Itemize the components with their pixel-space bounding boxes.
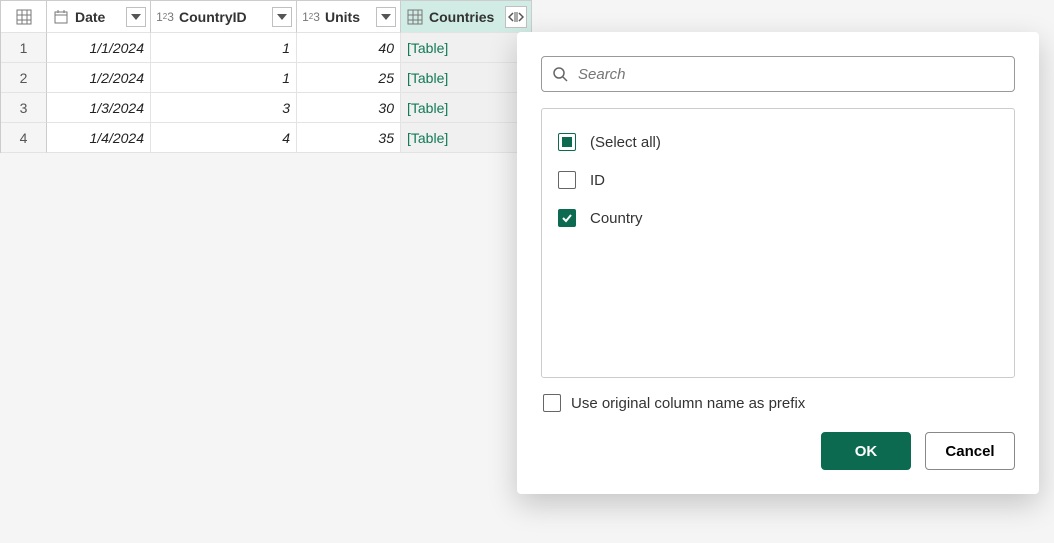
expand-columns-popup: (Select all) ID Country Use original col… — [517, 32, 1039, 494]
cell-countryid[interactable]: 4 — [151, 123, 297, 153]
column-select-list: (Select all) ID Country — [541, 108, 1015, 378]
column-name: Date — [73, 9, 126, 25]
number-type-icon: 123 — [301, 7, 321, 27]
chevron-down-icon — [277, 14, 287, 20]
cell-countries[interactable]: [Table] — [401, 123, 532, 153]
check-row-select-all[interactable]: (Select all) — [558, 123, 998, 161]
column-filter-dropdown[interactable] — [376, 7, 396, 27]
row-number: 4 — [1, 123, 47, 153]
column-header-date[interactable]: Date — [47, 1, 151, 33]
column-header-row: Date 123 CountryID 123 Units — [1, 1, 532, 33]
column-name: Countries — [427, 9, 505, 25]
table-row[interactable]: 2 1/2/2024 1 25 [Table] — [1, 63, 532, 93]
number-type-icon: 123 — [155, 7, 175, 27]
search-input[interactable] — [576, 65, 1004, 84]
checkbox-unchecked[interactable] — [543, 394, 561, 412]
table-icon — [14, 7, 34, 27]
checkbox-checked[interactable] — [558, 209, 576, 227]
column-name: CountryID — [177, 9, 272, 25]
calendar-icon — [51, 7, 71, 27]
checkbox-unchecked[interactable] — [558, 171, 576, 189]
check-row-country[interactable]: Country — [558, 199, 998, 237]
column-filter-dropdown[interactable] — [126, 7, 146, 27]
checkbox-label: (Select all) — [590, 134, 661, 151]
cell-date[interactable]: 1/4/2024 — [47, 123, 151, 153]
ok-button[interactable]: OK — [821, 432, 911, 470]
row-number: 1 — [1, 33, 47, 63]
cell-countryid[interactable]: 3 — [151, 93, 297, 123]
table-icon — [405, 7, 425, 27]
search-box[interactable] — [541, 56, 1015, 92]
table-row[interactable]: 3 1/3/2024 3 30 [Table] — [1, 93, 532, 123]
cell-countries[interactable]: [Table] — [401, 63, 532, 93]
column-header-countryid[interactable]: 123 CountryID — [151, 1, 297, 33]
prefix-option-row[interactable]: Use original column name as prefix — [541, 394, 1015, 412]
cell-date[interactable]: 1/2/2024 — [47, 63, 151, 93]
column-header-countries[interactable]: Countries — [401, 1, 532, 33]
prefix-label: Use original column name as prefix — [571, 395, 805, 412]
column-name: Units — [323, 9, 376, 25]
cell-countries[interactable]: [Table] — [401, 33, 532, 63]
column-filter-dropdown[interactable] — [272, 7, 292, 27]
expand-column-button[interactable] — [505, 6, 527, 28]
column-header-units[interactable]: 123 Units — [297, 1, 401, 33]
cell-date[interactable]: 1/1/2024 — [47, 33, 151, 63]
expand-icon — [508, 11, 524, 23]
row-number: 3 — [1, 93, 47, 123]
chevron-down-icon — [131, 14, 141, 20]
dialog-button-row: OK Cancel — [541, 432, 1015, 470]
table-body: 1 1/1/2024 1 40 [Table] 2 1/2/2024 1 25 … — [1, 33, 532, 153]
cell-countries[interactable]: [Table] — [401, 93, 532, 123]
cell-units[interactable]: 40 — [297, 33, 401, 63]
check-row-id[interactable]: ID — [558, 161, 998, 199]
cell-units[interactable]: 35 — [297, 123, 401, 153]
checkbox-label: Country — [590, 210, 643, 227]
row-number: 2 — [1, 63, 47, 93]
chevron-down-icon — [381, 14, 391, 20]
checkbox-label: ID — [590, 172, 605, 189]
table-row[interactable]: 4 1/4/2024 4 35 [Table] — [1, 123, 532, 153]
search-icon — [552, 66, 568, 82]
cell-countryid[interactable]: 1 — [151, 63, 297, 93]
cell-units[interactable]: 25 — [297, 63, 401, 93]
cell-countryid[interactable]: 1 — [151, 33, 297, 63]
check-icon — [561, 212, 573, 224]
table-row[interactable]: 1 1/1/2024 1 40 [Table] — [1, 33, 532, 63]
row-header-corner — [1, 1, 47, 33]
cell-units[interactable]: 30 — [297, 93, 401, 123]
checkbox-indeterminate[interactable] — [558, 133, 576, 151]
cell-date[interactable]: 1/3/2024 — [47, 93, 151, 123]
cancel-button[interactable]: Cancel — [925, 432, 1015, 470]
